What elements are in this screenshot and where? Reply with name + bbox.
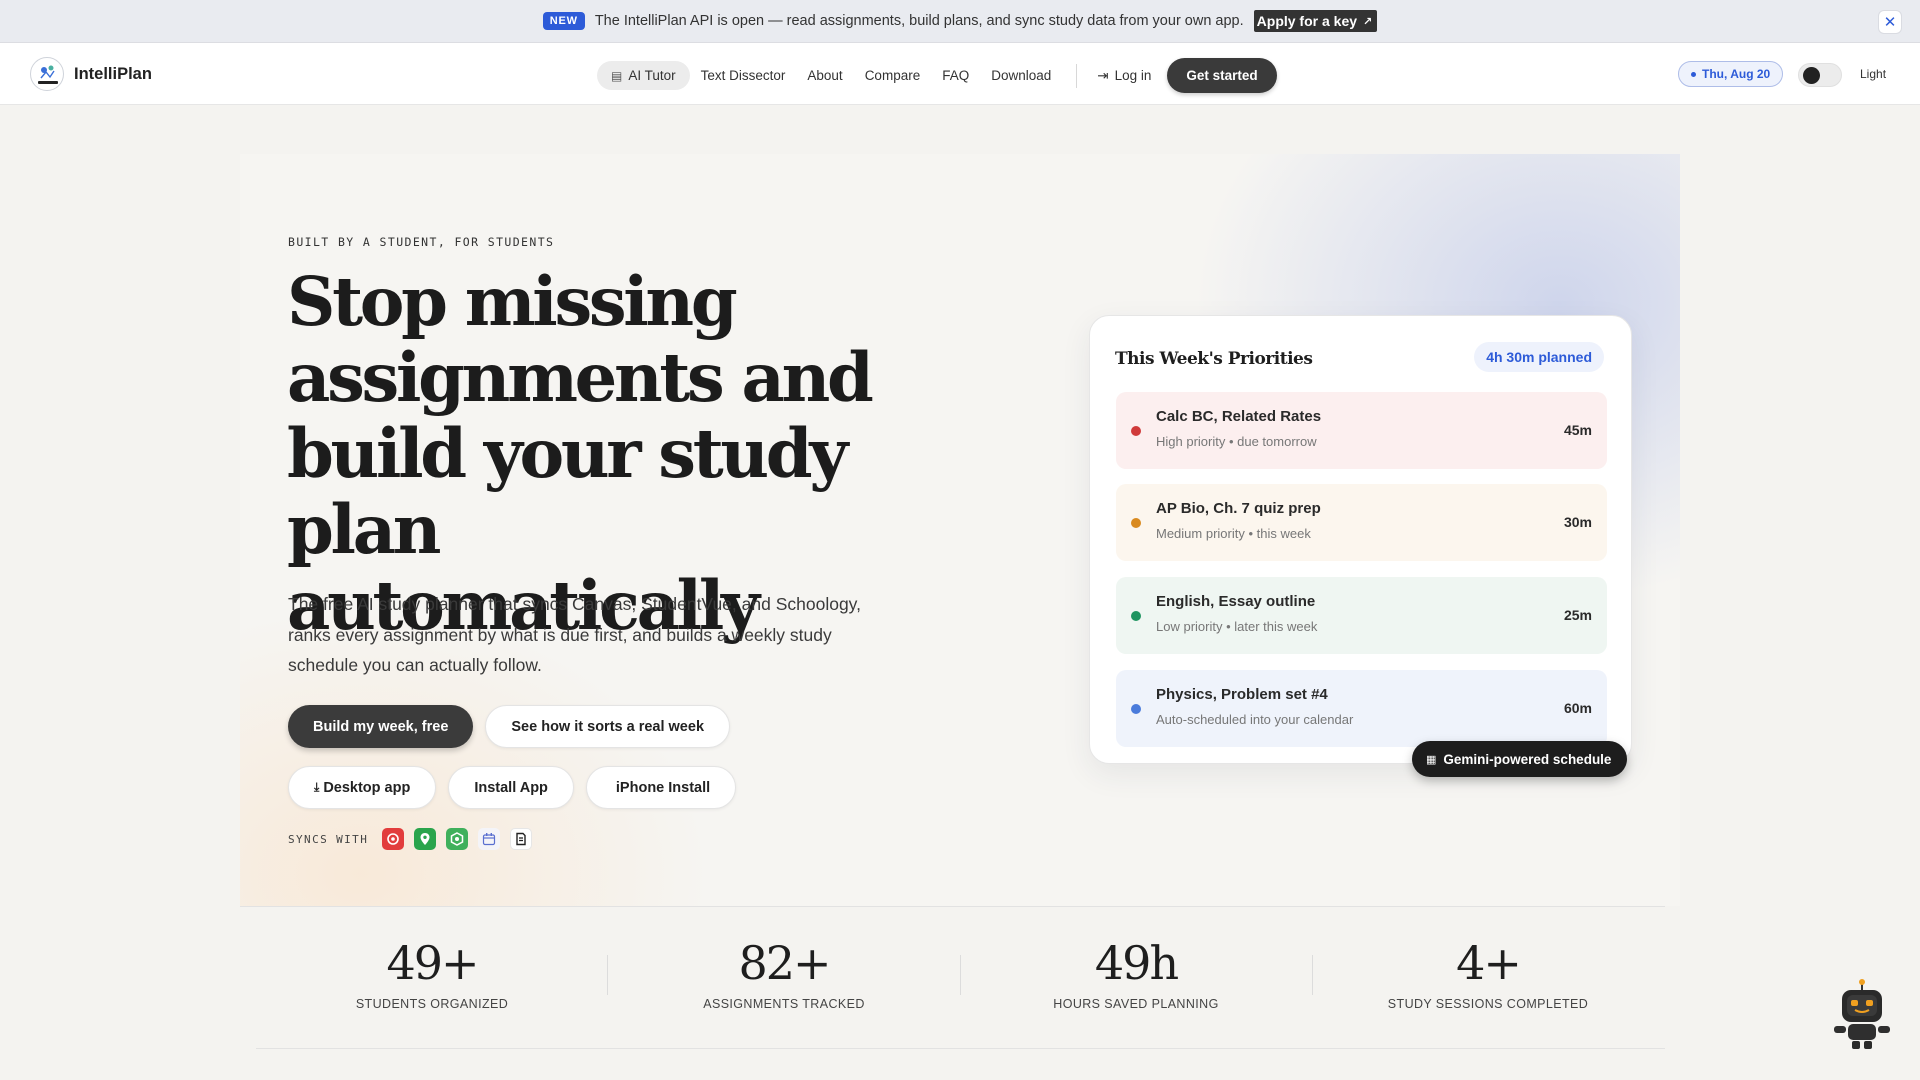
nav-ai-tutor[interactable]: ▤ AI Tutor xyxy=(597,61,690,90)
stats-divider-top xyxy=(240,906,1665,907)
gemini-label: Gemini-powered schedule xyxy=(1443,751,1612,767)
announcement-bar: NEW The IntelliPlan API is open — read a… xyxy=(0,0,1920,43)
priority-dot-icon xyxy=(1131,426,1141,436)
task-meta: Medium priority • this week xyxy=(1156,526,1311,541)
date-dot-icon xyxy=(1691,71,1696,77)
nav-compare[interactable]: Compare xyxy=(854,61,932,90)
hero-headline: Stop missing assignments and build your … xyxy=(287,262,874,645)
see-how-button[interactable]: See how it sorts a real week xyxy=(485,705,731,748)
apply-key-label: Apply for a key xyxy=(1256,13,1358,29)
login-link[interactable]: ⇥ Log in xyxy=(1087,61,1161,91)
apply-key-button[interactable]: Apply for a key ↗ xyxy=(1253,10,1378,32)
task-item[interactable]: Physics, Problem set #4 Auto-scheduled i… xyxy=(1116,670,1607,747)
close-icon[interactable]: ✕ xyxy=(1878,10,1902,34)
studentvue-icon xyxy=(414,828,437,850)
task-duration: 25m xyxy=(1563,607,1592,623)
document-icon xyxy=(510,828,533,850)
stat-students: 49+ STUDENTS ORGANIZED xyxy=(256,935,608,1011)
nav-faq[interactable]: FAQ xyxy=(931,61,980,90)
task-title: Physics, Problem set #4 xyxy=(1156,686,1328,703)
task-title: English, Essay outline xyxy=(1156,593,1316,610)
hero-install-actions: ⤓ Desktop app Install App iPhone Install xyxy=(288,766,737,809)
iphone-install-label: iPhone Install xyxy=(615,779,711,796)
planned-badge: 4h 30m planned xyxy=(1474,342,1604,372)
external-link-icon: ↗ xyxy=(1363,15,1373,28)
tutor-icon: ▤ xyxy=(611,68,623,83)
task-item[interactable]: Calc BC, Related Rates High priority • d… xyxy=(1116,392,1607,469)
date-badge: Thu, Aug 20 xyxy=(1678,61,1784,87)
task-duration: 30m xyxy=(1563,514,1592,530)
stat-value: 49+ xyxy=(386,936,479,990)
hero-subtext: The free AI study planner that syncs Can… xyxy=(288,594,861,675)
logo-icon xyxy=(30,57,64,91)
robot-assistant-icon[interactable] xyxy=(1828,978,1896,1050)
nav-download[interactable]: Download xyxy=(980,61,1062,90)
task-title: Calc BC, Related Rates xyxy=(1156,408,1322,425)
stat-assignments: 82+ ASSIGNMENTS TRACKED xyxy=(608,935,960,1011)
stat-value: 4+ xyxy=(1456,936,1522,990)
task-item[interactable]: English, Essay outline Low priority • la… xyxy=(1116,577,1607,654)
stat-sessions: 4+ STUDY SESSIONS COMPLETED xyxy=(1312,935,1664,1011)
toggle-knob xyxy=(1803,67,1820,84)
gemini-badge: ▦ Gemini-powered schedule xyxy=(1412,741,1628,777)
syncs-with-row: SYNCS WITH xyxy=(288,828,533,850)
task-title: AP Bio, Ch. 7 quiz prep xyxy=(1156,500,1321,517)
stat-label: ASSIGNMENTS TRACKED xyxy=(703,997,865,1011)
nav-links: ▤ AI Tutor Text Dissector About Compare … xyxy=(597,58,1277,93)
task-duration: 60m xyxy=(1563,700,1592,716)
hero-eyebrow: BUILT BY A STUDENT, FOR STUDENTS xyxy=(288,235,555,249)
build-week-button[interactable]: Build my week, free xyxy=(288,705,474,748)
stat-label: STUDENTS ORGANIZED xyxy=(355,997,509,1011)
stat-label: STUDY SESSIONS COMPLETED xyxy=(1387,997,1589,1011)
login-label: Log in xyxy=(1114,68,1152,83)
stats-divider-bottom xyxy=(256,1048,1665,1049)
new-badge: NEW xyxy=(542,12,585,30)
announcement-text: The IntelliPlan API is open — read assig… xyxy=(594,13,1244,29)
nav-about[interactable]: About xyxy=(796,61,853,90)
get-started-button[interactable]: Get started xyxy=(1167,58,1277,93)
task-duration: 45m xyxy=(1563,422,1592,438)
desktop-app-button[interactable]: ⤓ Desktop app xyxy=(288,766,437,809)
brand-name: IntelliPlan xyxy=(74,64,152,83)
priority-dot-icon xyxy=(1131,518,1141,528)
calendar-icon xyxy=(478,828,501,850)
calendar-icon: ▦ xyxy=(1426,753,1437,766)
nav-ai-tutor-label: AI Tutor xyxy=(628,68,676,83)
nav-text-dissector[interactable]: Text Dissector xyxy=(690,61,797,90)
task-item[interactable]: AP Bio, Ch. 7 quiz prep Medium priority … xyxy=(1116,484,1607,561)
install-app-button[interactable]: Install App xyxy=(448,766,574,809)
download-icon: ⤓ xyxy=(314,780,320,794)
syncs-label: SYNCS WITH xyxy=(288,832,369,846)
navbar: IntelliPlan ▤ AI Tutor Text Dissector Ab… xyxy=(0,43,1920,105)
stat-value: 49h xyxy=(1094,936,1179,990)
hero-primary-actions: Build my week, free See how it sorts a r… xyxy=(288,705,731,748)
date-text: Thu, Aug 20 xyxy=(1702,67,1771,81)
priorities-title: This Week's Priorities xyxy=(1115,349,1313,369)
schoology-icon xyxy=(446,828,469,850)
priority-dot-icon xyxy=(1131,611,1141,621)
priorities-card: This Week's Priorities 4h 30m planned Ca… xyxy=(1089,315,1632,764)
canvas-icon xyxy=(382,828,405,850)
login-icon: ⇥ xyxy=(1097,67,1109,83)
priority-dot-icon xyxy=(1131,704,1141,714)
task-meta: Low priority • later this week xyxy=(1156,619,1318,634)
desktop-app-label: Desktop app xyxy=(323,779,411,796)
brand-link[interactable]: IntelliPlan xyxy=(30,57,152,91)
task-meta: High priority • due tomorrow xyxy=(1156,434,1317,449)
nav-divider xyxy=(1076,63,1078,88)
iphone-install-button[interactable]: iPhone Install xyxy=(585,766,737,809)
theme-toggle[interactable] xyxy=(1798,63,1842,87)
theme-label: Light xyxy=(1860,67,1887,81)
stat-hours: 49h HOURS SAVED PLANNING xyxy=(960,935,1312,1011)
stat-value: 82+ xyxy=(738,936,831,990)
stat-label: HOURS SAVED PLANNING xyxy=(1053,997,1219,1011)
task-meta: Auto-scheduled into your calendar xyxy=(1156,712,1354,727)
